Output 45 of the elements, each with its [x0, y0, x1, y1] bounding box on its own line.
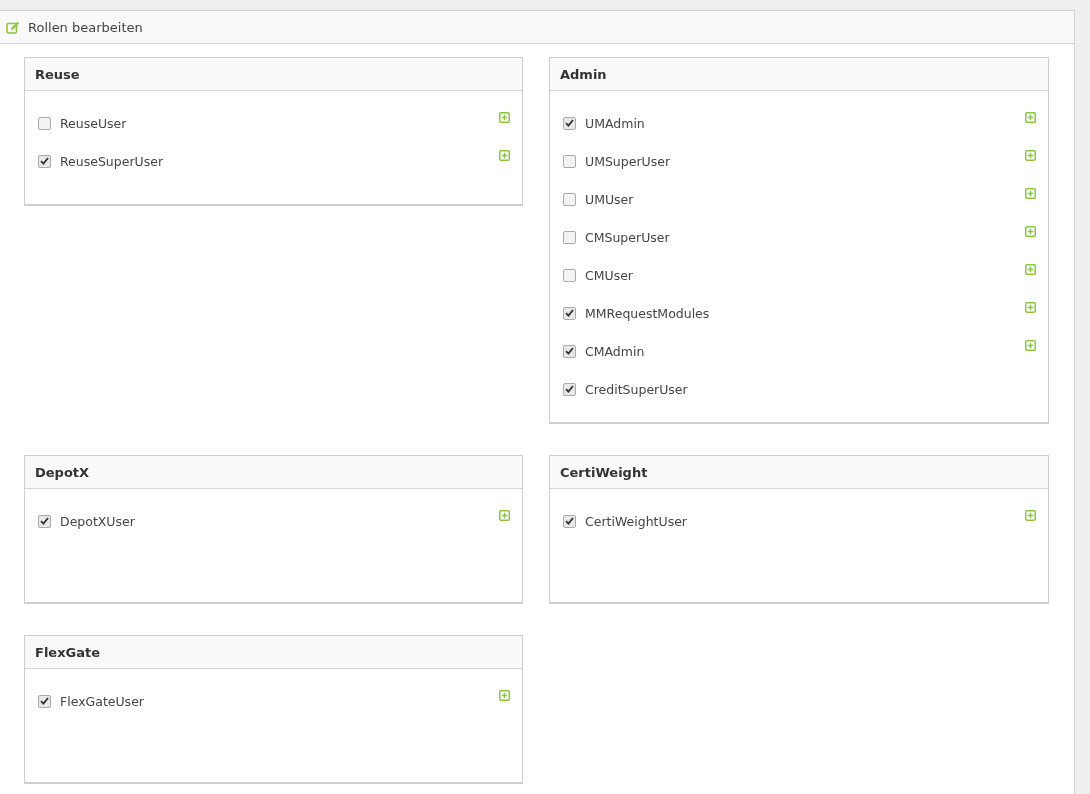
- checkbox[interactable]: [563, 382, 576, 396]
- group-title: Reuse: [35, 66, 80, 82]
- role-label: DepotXUser: [60, 513, 135, 529]
- plus-square-icon[interactable]: [1025, 188, 1036, 199]
- checkbox[interactable]: [563, 268, 576, 282]
- role-label: CreditSuperUser: [585, 381, 688, 397]
- checkbox[interactable]: [563, 514, 576, 528]
- checkbox[interactable]: [38, 154, 51, 168]
- edit-icon: [6, 20, 20, 34]
- plus-square-icon[interactable]: [1025, 340, 1036, 351]
- checkbox[interactable]: [563, 116, 576, 130]
- role-label: FlexGateUser: [60, 693, 144, 709]
- group-title: Admin: [560, 66, 607, 82]
- plus-square-icon[interactable]: [1025, 264, 1036, 275]
- plus-square-icon[interactable]: [499, 112, 510, 123]
- checkbox[interactable]: [563, 230, 576, 244]
- checkbox[interactable]: [38, 514, 51, 528]
- role-label: UMUser: [585, 191, 634, 207]
- role-label: UMSuperUser: [585, 153, 671, 169]
- group-title: DepotX: [35, 464, 90, 480]
- role-label: ReuseSuperUser: [60, 153, 164, 169]
- plus-square-icon[interactable]: [499, 690, 510, 701]
- plus-square-icon[interactable]: [1025, 150, 1036, 161]
- role-label: UMAdmin: [585, 115, 645, 131]
- plus-square-icon[interactable]: [499, 510, 510, 521]
- checkbox[interactable]: [563, 154, 576, 168]
- role-label: MMRequestModules: [585, 305, 710, 321]
- group-title: FlexGate: [35, 644, 100, 660]
- plus-square-icon[interactable]: [1025, 226, 1036, 237]
- role-label: CMUser: [585, 267, 633, 283]
- role-label: CMSuperUser: [585, 229, 670, 245]
- checkbox[interactable]: [38, 694, 51, 708]
- role-label: CMAdmin: [585, 343, 645, 359]
- plus-square-icon[interactable]: [1025, 112, 1036, 123]
- checkbox[interactable]: [563, 192, 576, 206]
- plus-square-icon[interactable]: [1025, 510, 1036, 521]
- role-label: CertiWeightUser: [585, 513, 687, 529]
- checkbox[interactable]: [38, 116, 51, 130]
- panel-title: Rollen bearbeiten: [28, 19, 143, 35]
- plus-square-icon[interactable]: [1025, 302, 1036, 313]
- role-label: ReuseUser: [60, 115, 127, 131]
- group-title: CertiWeight: [560, 464, 648, 480]
- checkbox[interactable]: [563, 344, 576, 358]
- checkbox[interactable]: [563, 306, 576, 320]
- plus-square-icon[interactable]: [499, 150, 510, 161]
